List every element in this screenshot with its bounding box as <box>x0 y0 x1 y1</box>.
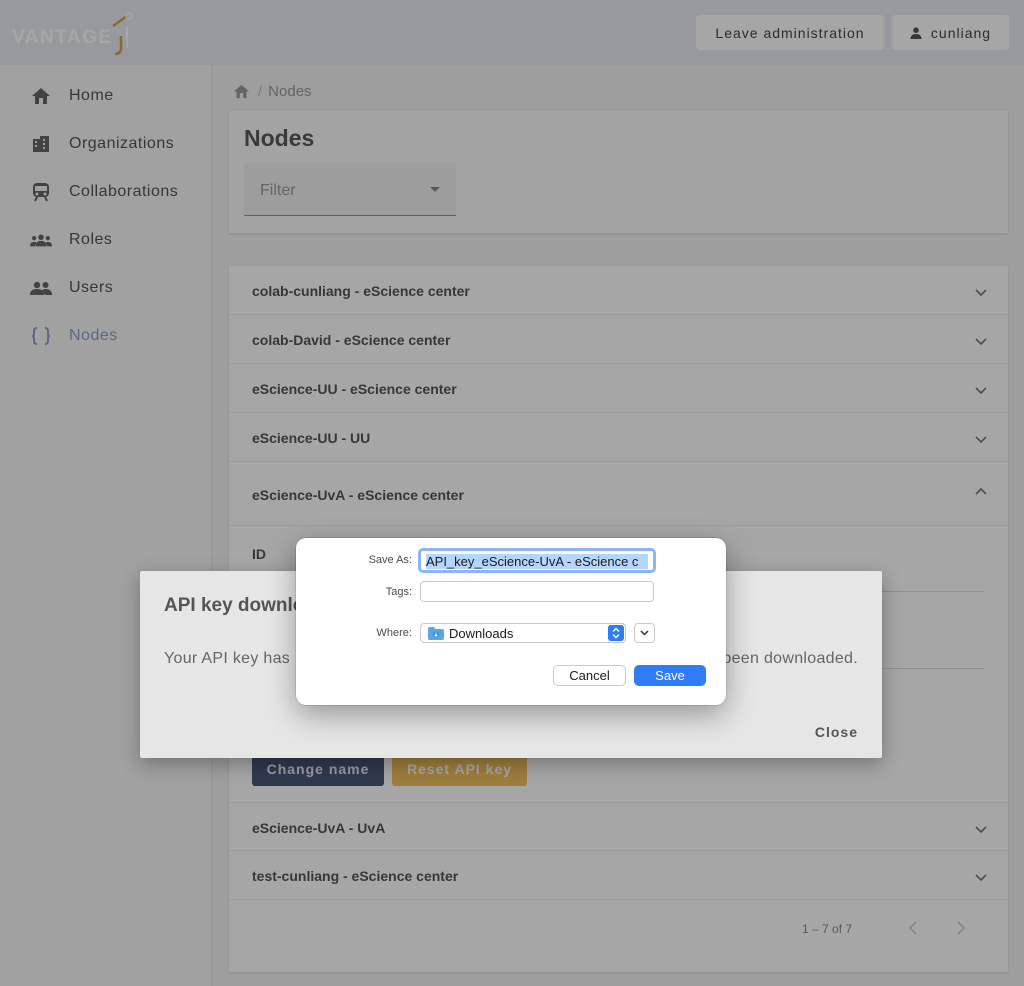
select-stepper-icon <box>608 625 624 641</box>
where-label: Where: <box>376 627 412 639</box>
tags-field[interactable] <box>420 581 654 602</box>
save-file-dialog: Save As: API_key_eScience-UvA - eScience… <box>296 538 726 705</box>
downloads-folder-icon <box>428 627 444 640</box>
dialog-title: API key downlo <box>164 595 305 616</box>
save-as-field[interactable]: API_key_eScience-UvA - eScience c <box>418 548 656 573</box>
where-select[interactable]: Downloads <box>420 623 626 643</box>
close-button[interactable]: Close <box>815 724 858 740</box>
cancel-button[interactable]: Cancel <box>553 665 626 686</box>
modal-backdrop <box>0 0 1024 986</box>
save-as-label: Save As: <box>368 554 412 566</box>
dialog-text-right: been downloaded. <box>722 650 858 667</box>
chevron-down-icon <box>640 630 649 636</box>
tags-label: Tags: <box>385 586 412 598</box>
expand-dialog-button[interactable] <box>634 623 655 643</box>
save-button[interactable]: Save <box>634 665 706 686</box>
save-as-value: API_key_eScience-UvA - eScience c <box>426 554 648 569</box>
where-value: Downloads <box>449 626 514 641</box>
dialog-text-left: Your API key has <box>164 650 291 667</box>
